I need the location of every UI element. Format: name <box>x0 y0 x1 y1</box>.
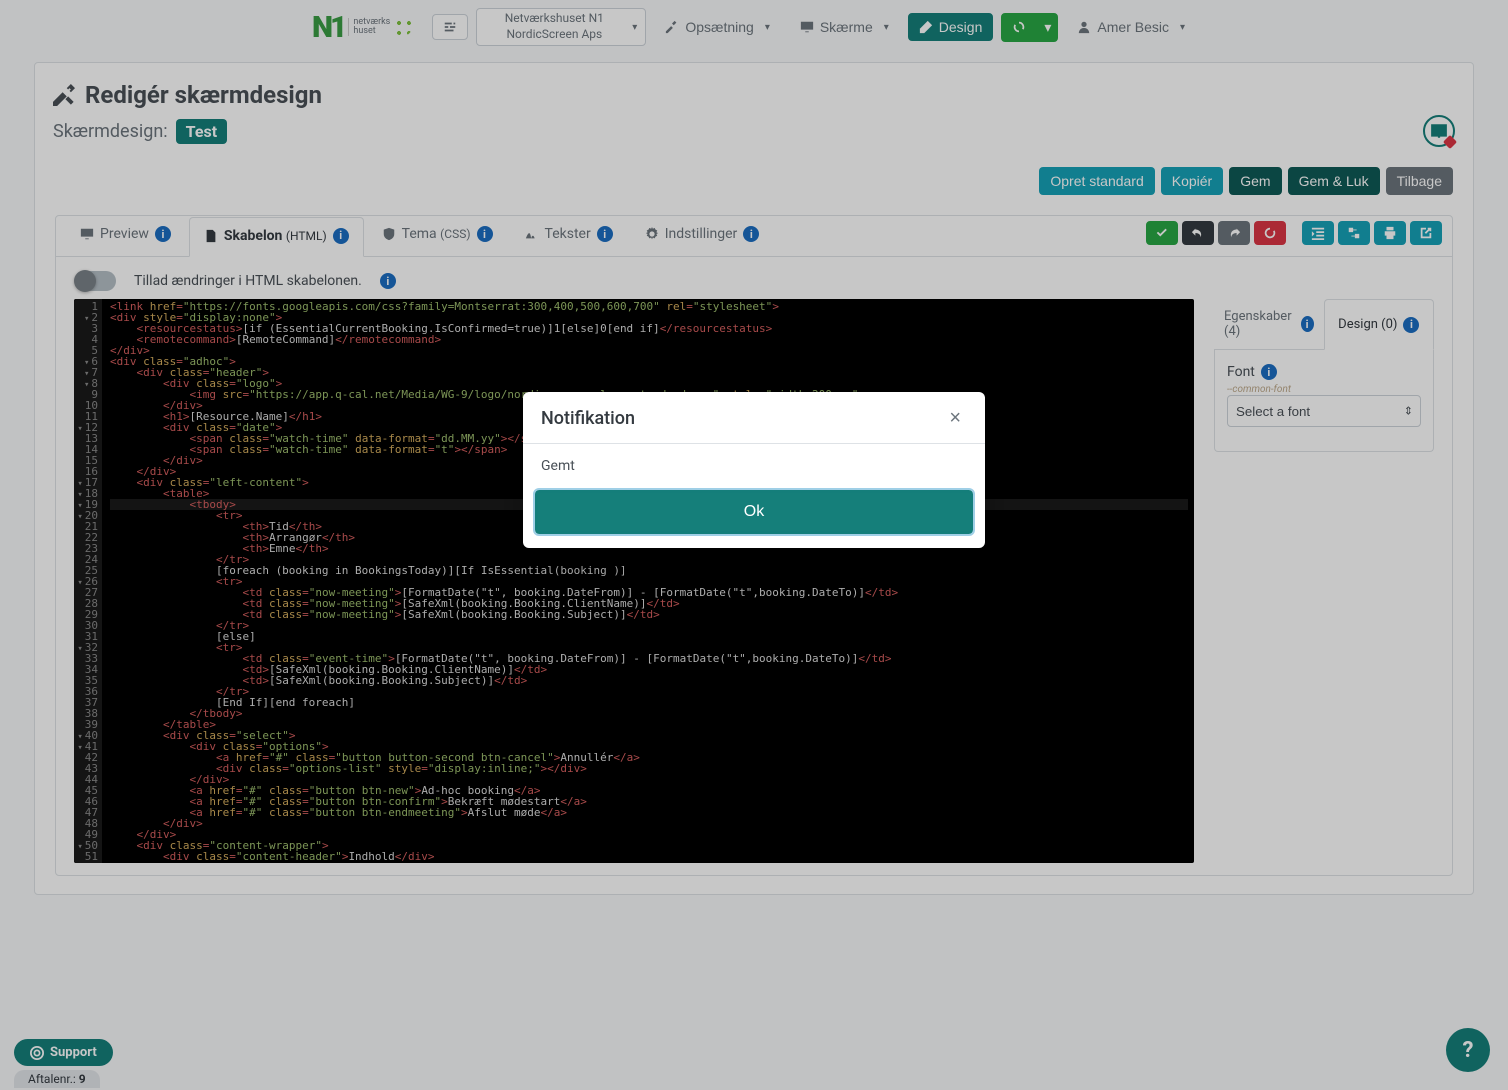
modal-body: Gemt <box>523 444 985 480</box>
modal-close-button[interactable]: × <box>943 406 967 431</box>
modal-ok-button[interactable]: Ok <box>535 490 973 534</box>
modal-title: Notifikation <box>541 408 635 429</box>
notification-modal: Notifikation × Gemt Ok <box>523 392 985 548</box>
